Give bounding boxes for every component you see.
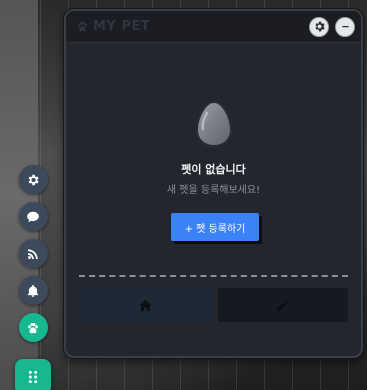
egg-icon (195, 100, 232, 148)
side-dock (15, 165, 51, 390)
panel-header[interactable]: MY PET (66, 11, 361, 43)
divider (79, 275, 348, 277)
register-pet-button[interactable]: + 펫 등록하기 (171, 213, 259, 241)
dock-menu-button[interactable] (15, 359, 51, 390)
dock-settings-button[interactable] (18, 165, 48, 194)
tab-edit[interactable] (217, 288, 348, 322)
chat-bubble-icon (27, 211, 39, 222)
paw-icon (78, 21, 87, 32)
dock-pet-button[interactable] (18, 313, 48, 342)
tab-home[interactable] (80, 288, 211, 322)
dock-feed-button[interactable] (18, 239, 48, 268)
panel-minimize-button[interactable] (335, 16, 355, 37)
gear-icon (314, 21, 325, 32)
bell-icon (27, 284, 39, 297)
pencil-icon (277, 299, 289, 311)
home-icon (139, 299, 152, 311)
panel-settings-button[interactable] (309, 16, 329, 37)
dock-notifications-button[interactable] (18, 276, 48, 305)
grid-icon (28, 370, 38, 384)
empty-state-subtitle: 새 펫을 등록해보세요! (166, 185, 261, 196)
gear-icon (28, 174, 39, 185)
bottom-tabs (80, 288, 348, 322)
minus-icon (341, 25, 349, 28)
panel-body: 펫이 없습니다 새 펫을 등록해보세요! + 펫 등록하기 (66, 43, 361, 356)
paw-icon (28, 322, 38, 333)
panel-title-text: MY PET (93, 19, 151, 34)
dock-chat-button[interactable] (18, 202, 48, 231)
pet-panel: MY PET 펫이 없습니다 새 펫을 등록해보세요! + 펫 등록하기 (64, 9, 363, 358)
panel-title: MY PET (76, 19, 150, 34)
rss-icon (28, 248, 38, 259)
empty-state-title: 펫이 없습니다 (181, 163, 246, 176)
header-actions (309, 16, 355, 37)
